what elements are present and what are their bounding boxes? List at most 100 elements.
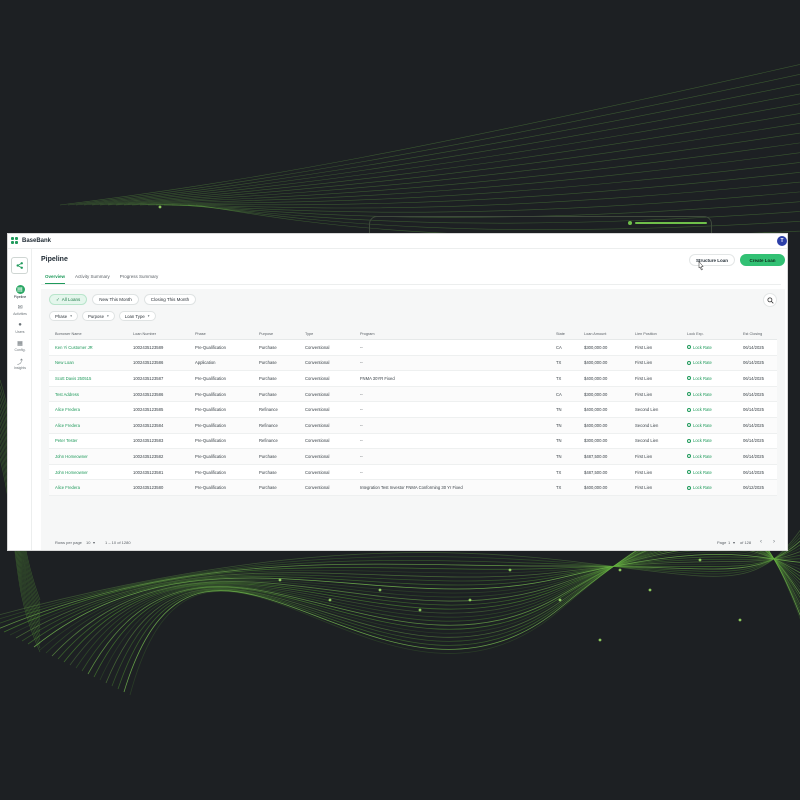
window-frame-decoration — [369, 216, 712, 234]
table-row[interactable]: Test Address 1002435123586 Pre-Qualificati… — [49, 386, 777, 403]
column-header-type[interactable]: Type — [305, 328, 313, 339]
sidebar-item-insights[interactable]: ⤴ Insights — [8, 357, 32, 375]
cell-lien-position: Second Lien — [635, 438, 659, 444]
lock-rate-link[interactable]: Lock Rate — [693, 454, 712, 459]
table-row[interactable]: Ken Yi Customer JR 1002435123589 Pre-Quali… — [49, 340, 777, 356]
lock-rate-link[interactable]: Lock Rate — [693, 360, 712, 365]
previous-page-icon[interactable]: ‹ — [760, 539, 762, 545]
column-header-est-closing[interactable]: Est Closing — [743, 328, 762, 339]
tab-activity-summary[interactable]: Activity Summary — [75, 274, 110, 284]
table-row[interactable]: Scott Davis 250515 1002435123587 Pre-Quali… — [49, 371, 777, 387]
lock-rate-link[interactable]: Lock Rate — [693, 485, 712, 490]
table-row[interactable]: Alice Fredera 1002435123580 Pre-Qualificat… — [49, 480, 777, 496]
lock-rate-link[interactable]: Lock Rate — [693, 407, 712, 412]
cell-lien-position: First Lien — [635, 453, 653, 459]
cell-lock-exp[interactable]: Lock Rate — [687, 449, 712, 464]
sidebar-item-label: Pipeline — [13, 295, 27, 299]
table-row[interactable]: John Homeowner 1002435123581 Pre-Qualifica… — [49, 464, 777, 481]
lock-rate-link[interactable]: Lock Rate — [693, 376, 712, 381]
share-nodes-icon[interactable] — [11, 257, 28, 274]
cell-borrower-name[interactable]: New Loan — [55, 356, 74, 371]
cell-borrower-name[interactable]: Scott Davis 250515 — [55, 371, 91, 386]
cell-lock-exp[interactable]: Lock Rate — [687, 356, 712, 371]
cell-lock-exp[interactable]: Lock Rate — [687, 465, 712, 480]
rows-per-page-select[interactable]: 10 — [86, 540, 90, 545]
cell-borrower-name[interactable]: Ken Yi Customer JR — [55, 340, 93, 355]
search-button[interactable] — [763, 293, 777, 307]
cell-program: -- — [360, 407, 363, 413]
cell-lock-exp[interactable]: Lock Rate — [687, 480, 712, 495]
brand[interactable]: BaseBank — [11, 237, 51, 245]
page-select[interactable]: 1 — [728, 540, 730, 545]
table-row[interactable]: John Homeowner 1002435123582 Pre-Qualifica… — [49, 449, 777, 465]
cell-phase: Pre-Qualification — [195, 422, 226, 428]
column-header-loan-number[interactable]: Loan Number — [133, 328, 156, 339]
chevron-down-icon: ▾ — [733, 540, 736, 545]
sidebar-item-config[interactable]: ▦ Config. — [8, 339, 32, 357]
sidebar-item-pipeline[interactable]: ▤ Pipeline — [8, 285, 32, 303]
table-row[interactable]: Peter Tester 1002435123583 Pre-Qualificati… — [49, 433, 777, 450]
cell-program: -- — [360, 391, 363, 397]
chip-label: New This Month — [99, 297, 132, 302]
cell-lock-exp[interactable]: Lock Rate — [687, 387, 712, 402]
sidebar-item-activities[interactable]: ✉ Activities — [8, 303, 32, 321]
table-row[interactable]: Alice Fredera 1002435123585 Pre-Qualificat… — [49, 402, 777, 418]
cell-lock-exp[interactable]: Lock Rate — [687, 418, 712, 433]
cell-phase: Pre-Qualification — [195, 407, 226, 413]
quick-filters: ✓ All Loans New This Month Closing This … — [49, 294, 197, 305]
cell-lock-exp[interactable]: Lock Rate — [687, 340, 712, 355]
column-header-state[interactable]: State — [556, 328, 565, 339]
avatar[interactable]: T — [777, 236, 787, 246]
cell-phase: Pre-Qualification — [195, 375, 226, 381]
cell-program: FNMA 30YR Fixed — [360, 375, 395, 381]
cell-lock-exp[interactable]: Lock Rate — [687, 402, 712, 417]
lock-rate-link[interactable]: Lock Rate — [693, 345, 712, 350]
purpose-dropdown[interactable]: Purpose ▾ — [81, 311, 115, 321]
cell-loan-amount: $400,000.00 — [584, 360, 608, 366]
loan-type-dropdown[interactable]: Loan Type ▾ — [118, 311, 156, 321]
sidebar-item-label: Activities — [13, 312, 27, 316]
cell-purpose: Purchase — [259, 469, 277, 475]
lock-rate-link[interactable]: Lock Rate — [693, 438, 712, 443]
sidebar-item-users[interactable]: ● Users — [8, 321, 32, 339]
structure-loan-button[interactable]: Structure Loan — [689, 254, 735, 266]
create-loan-button[interactable]: Create Loan — [740, 254, 785, 266]
cell-borrower-name[interactable]: Alice Fredera — [55, 480, 80, 495]
lock-icon — [687, 438, 691, 443]
chart-icon: ⤴ — [16, 359, 23, 366]
cell-lock-exp[interactable]: Lock Rate — [687, 434, 712, 449]
filter-closing-this-month[interactable]: Closing This Month — [143, 294, 197, 305]
cell-borrower-name[interactable]: Alice Fredera — [55, 418, 80, 433]
cell-borrower-name[interactable]: John Homeowner — [55, 449, 88, 464]
column-header-loan-amount[interactable]: Loan Amount — [584, 328, 606, 339]
table-row[interactable]: Alice Fredera 1002435123584 Pre-Qualificat… — [49, 417, 777, 434]
column-header-lock-exp[interactable]: Lock Exp. — [687, 328, 704, 339]
filter-all-loans[interactable]: ✓ All Loans — [49, 294, 88, 305]
cell-borrower-name[interactable]: John Homeowner — [55, 465, 88, 480]
cell-phase: Pre-Qualification — [195, 344, 226, 350]
column-header-purpose[interactable]: Purpose — [259, 328, 273, 339]
next-page-icon[interactable]: › — [773, 539, 775, 545]
cell-borrower-name[interactable]: Test Address — [55, 387, 79, 402]
column-header-borrower-name[interactable]: Borrower Name — [55, 328, 82, 339]
cell-loan-number: 1002435123586 — [133, 360, 164, 366]
filter-new-this-month[interactable]: New This Month — [92, 294, 139, 305]
lock-icon — [687, 345, 691, 350]
column-header-program[interactable]: Program — [360, 328, 375, 339]
cell-est-closing: 06/14/2025 — [743, 469, 764, 475]
lock-rate-link[interactable]: Lock Rate — [693, 470, 712, 475]
tab-overview[interactable]: Overview — [45, 274, 66, 284]
column-header-lien-position[interactable]: Lien Position — [635, 328, 657, 339]
column-header-phase[interactable]: Phase — [195, 328, 206, 339]
tab-progress-summary[interactable]: Progress Summary — [120, 274, 159, 284]
phase-dropdown[interactable]: Phase ▾ — [49, 311, 78, 321]
cell-state: TX — [556, 375, 562, 381]
cell-lock-exp[interactable]: Lock Rate — [687, 371, 712, 386]
lock-rate-link[interactable]: Lock Rate — [693, 423, 712, 428]
cell-borrower-name[interactable]: Peter Tester — [55, 434, 78, 449]
lock-rate-link[interactable]: Lock Rate — [693, 392, 712, 397]
cell-phase: Pre-Qualification — [195, 453, 226, 459]
cell-borrower-name[interactable]: Alice Fredera — [55, 402, 80, 417]
table-row[interactable]: New Loan 1002435123586 Application Purchase… — [49, 355, 777, 372]
lock-icon — [687, 376, 691, 381]
